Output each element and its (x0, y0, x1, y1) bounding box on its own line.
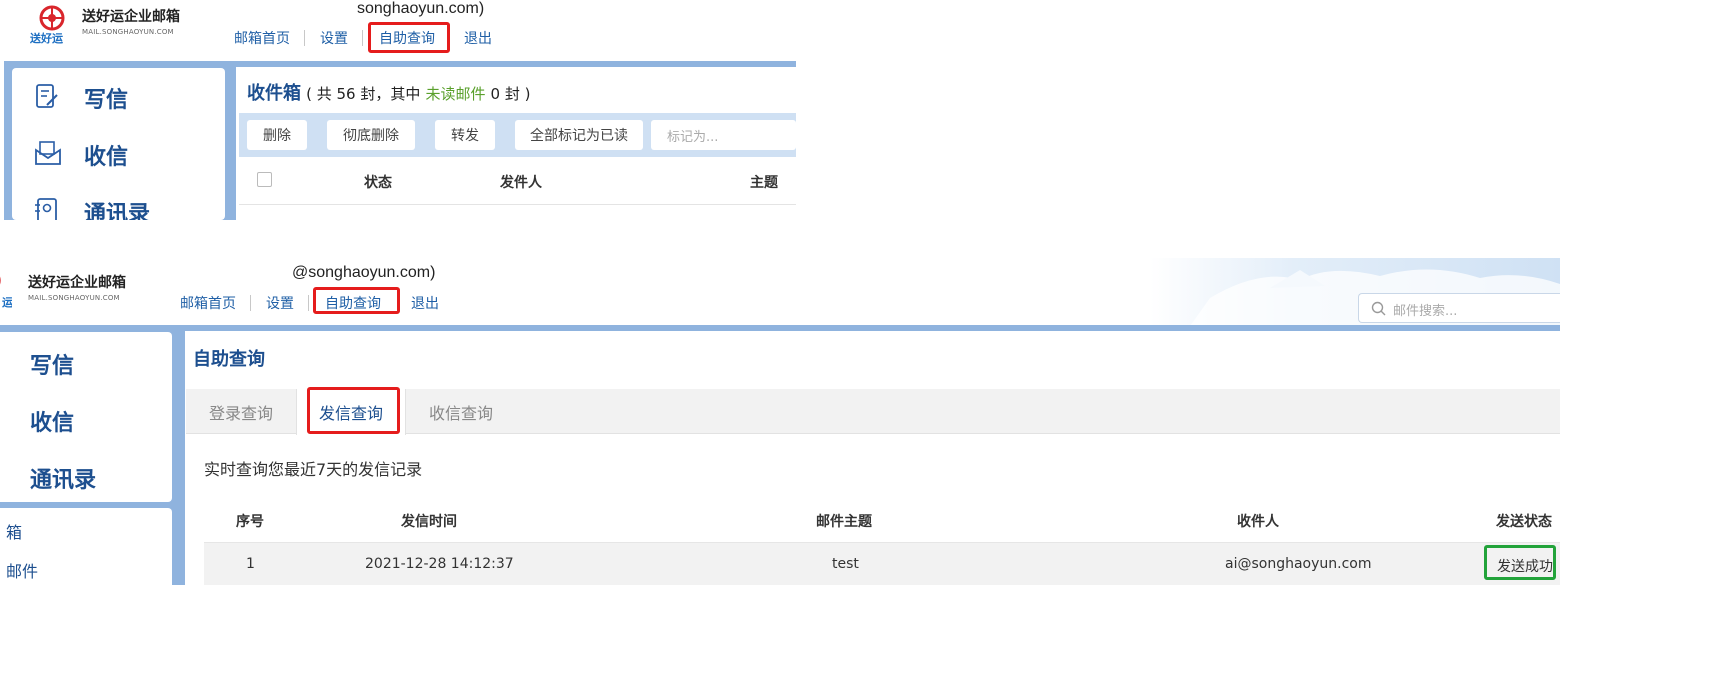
purge-button[interactable]: 彻底删除 (327, 120, 415, 150)
column-header-subject: 主题 (750, 175, 778, 191)
brand-logo (38, 4, 66, 32)
brand-title: 送好运企业邮箱 (82, 9, 180, 25)
select-all-checkbox[interactable] (257, 172, 272, 187)
nav-logout-link[interactable]: 退出 (411, 293, 439, 313)
sidebar-folder-item[interactable]: 邮件 (6, 558, 38, 582)
brand-title: 送好运企业邮箱 (28, 275, 126, 291)
forward-button[interactable]: 转发 (435, 120, 495, 150)
mail-search-box[interactable]: 邮件搜索... (1358, 293, 1560, 323)
compose-icon (36, 84, 58, 108)
nav-home-link[interactable]: 邮箱首页 (180, 293, 236, 313)
sidebar-item-compose[interactable]: 写信 (30, 348, 74, 380)
sidebar-item-receive[interactable]: 收信 (30, 405, 74, 437)
sidebar-folder-item[interactable]: 箱 (6, 519, 22, 543)
account-email: songhaoyun.com) (357, 0, 485, 17)
sidebar-item-compose[interactable]: 写信 (34, 80, 214, 114)
account-email: @songhaoyun.com) (292, 264, 436, 281)
highlight-send-success (1484, 545, 1556, 580)
contacts-book-icon (35, 198, 57, 220)
row-recipient: ai@songhaoyun.com (1225, 556, 1372, 572)
highlight-self-query (368, 22, 450, 53)
bottom-screenshot: ) 运 送好运企业邮箱 MAIL.SONGHAOYUN.COM @songhao… (0, 258, 1560, 585)
self-query-main-panel: 自助查询 登录查询 发信查询 收信查询 实时查询您最近7天的发信记录 序号 发信… (185, 331, 1560, 585)
inbox-summary-prefix: ( 共 56 封，其中 (306, 85, 421, 103)
inbox-toolbar: 删除 彻底删除 转发 全部标记为已读 标记为... (239, 113, 796, 157)
column-header-status: 发送状态 (1496, 514, 1552, 530)
top-screenshot: 送好运 送好运企业邮箱 MAIL.SONGHAOYUN.COM songhaoy… (0, 0, 800, 220)
inbox-heading: 收件箱 ( 共 56 封，其中 未读邮件 0 封 ) (247, 79, 530, 105)
highlight-self-query (313, 287, 400, 314)
table-divider (239, 204, 796, 205)
query-description: 实时查询您最近7天的发信记录 (204, 460, 423, 479)
mark-all-read-button[interactable]: 全部标记为已读 (515, 120, 643, 150)
nav-settings-link[interactable]: 设置 (320, 28, 348, 48)
brand-logo-partial: ) (0, 270, 2, 291)
sidebar-item-contacts[interactable]: 通讯录 (30, 462, 96, 494)
nav-logout-link[interactable]: 退出 (464, 28, 492, 48)
column-header-sender: 发件人 (500, 175, 542, 191)
column-header-status: 状态 (364, 175, 392, 191)
sidebar-item-contacts[interactable]: 通讯录 (34, 194, 214, 220)
nav-separator (304, 30, 305, 46)
nav-settings-link[interactable]: 设置 (266, 293, 294, 313)
row-subject: test (832, 556, 859, 572)
search-icon (1371, 301, 1386, 316)
sidebar-item-label: 通讯录 (84, 202, 151, 220)
brand-subtitle: MAIL.SONGHAOYUN.COM (28, 294, 120, 302)
inbox-envelope-icon (35, 141, 61, 165)
logo-tag-partial: 运 (2, 296, 12, 309)
column-header-subject: 邮件主题 (816, 514, 872, 530)
logo-tag: 送好运 (30, 32, 63, 45)
sidebar-item-label: 收信 (84, 145, 129, 170)
inbox-summary-suffix: 0 封 ) (490, 85, 531, 103)
row-send-time: 2021-12-28 14:12:37 (365, 556, 514, 572)
tab-receive-query[interactable]: 收信查询 (406, 389, 516, 434)
mark-as-select[interactable]: 标记为... (651, 120, 796, 150)
column-header-recipient: 收件人 (1237, 514, 1279, 530)
highlight-send-query (307, 387, 400, 434)
tab-login-query[interactable]: 登录查询 (186, 389, 296, 434)
logo-wheel-icon (39, 5, 65, 31)
page-title: 自助查询 (193, 349, 265, 370)
search-input[interactable]: 邮件搜索... (1393, 300, 1457, 319)
column-header-index: 序号 (236, 514, 264, 530)
table-row[interactable]: 1 2021-12-28 14:12:37 test ai@songhaoyun… (204, 542, 1560, 585)
row-index: 1 (246, 556, 255, 572)
sidebar-item-label: 写信 (84, 88, 129, 113)
inbox-main-panel: 收件箱 ( 共 56 封，其中 未读邮件 0 封 ) 删除 彻底删除 转发 全部… (236, 67, 796, 220)
column-header-time: 发信时间 (401, 514, 457, 530)
nav-separator (308, 295, 309, 311)
nav-separator (362, 30, 363, 46)
nav-separator (250, 295, 251, 311)
nav-home-link[interactable]: 邮箱首页 (234, 28, 290, 48)
brand-subtitle: MAIL.SONGHAOYUN.COM (82, 28, 174, 36)
unread-link[interactable]: 未读邮件 (425, 85, 485, 103)
sidebar-item-receive[interactable]: 收信 (34, 137, 214, 171)
delete-button[interactable]: 删除 (247, 120, 307, 150)
inbox-title: 收件箱 (247, 83, 301, 104)
